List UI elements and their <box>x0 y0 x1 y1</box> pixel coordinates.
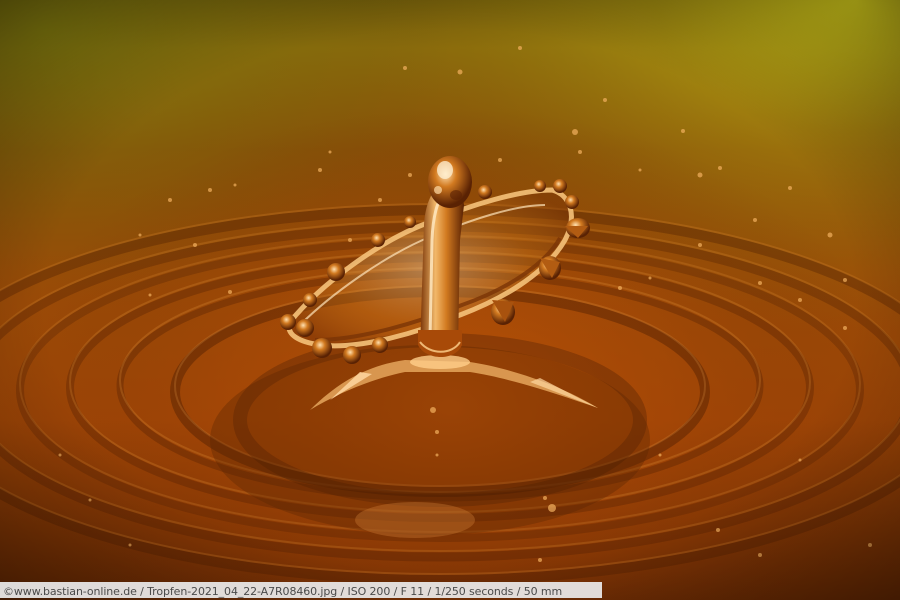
photo-caption: ©www.bastian-online.de / Tropfen-2021_04… <box>3 585 563 598</box>
photo-caption-bar: ©www.bastian-online.de / Tropfen-2021_04… <box>0 582 602 598</box>
splash-photograph: ©www.bastian-online.de / Tropfen-2021_04… <box>0 0 900 600</box>
splash-illustration <box>0 0 900 600</box>
